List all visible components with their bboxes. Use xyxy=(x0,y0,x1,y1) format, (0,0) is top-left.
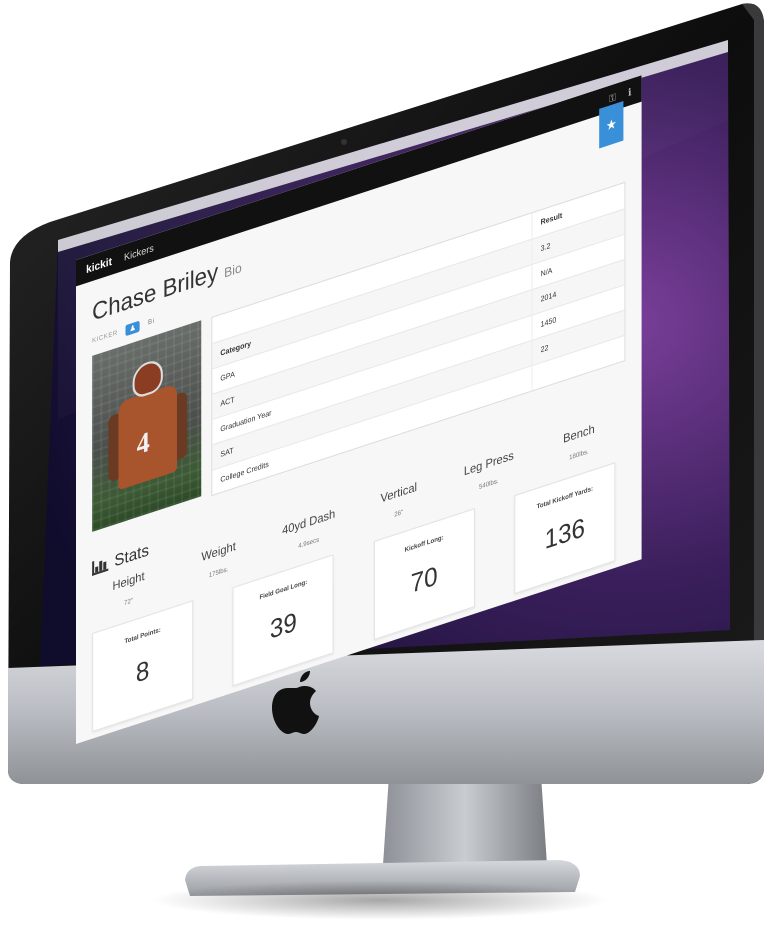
player-icon: ♟ xyxy=(129,323,137,334)
info-icon[interactable]: ℹ xyxy=(628,86,631,99)
bio-label: Bio xyxy=(224,259,242,281)
bar-chart-icon xyxy=(92,556,109,576)
nav-kickers-link[interactable]: Kickers xyxy=(124,242,154,263)
star-icon[interactable]: ★ xyxy=(599,100,624,149)
stats-title: Stats xyxy=(114,540,149,571)
jersey-number: 4 xyxy=(136,425,150,462)
kicker-tab-button[interactable]: ♟ xyxy=(125,320,140,337)
bio-tab[interactable]: Bi xyxy=(148,318,154,327)
stand-shadow xyxy=(150,880,610,920)
position-label: KICKER xyxy=(92,329,118,345)
player-photo: 4 xyxy=(92,320,202,532)
app-logo[interactable]: kickit xyxy=(86,255,112,276)
